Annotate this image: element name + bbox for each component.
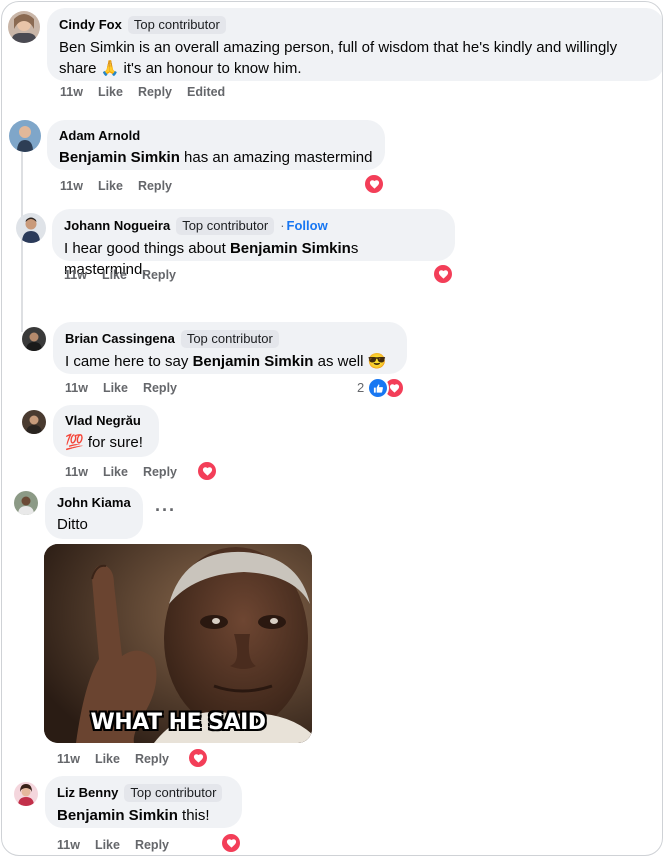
comment-timestamp[interactable]: 11w bbox=[60, 85, 83, 99]
mention-link[interactable]: Benjamin Simkin bbox=[57, 807, 178, 824]
meme-image[interactable]: WHAT HE SAID bbox=[44, 544, 312, 743]
comment-bubble: John Kiama Ditto bbox=[45, 487, 143, 539]
love-reaction-icon[interactable] bbox=[432, 263, 454, 285]
comment-timestamp[interactable]: 11w bbox=[57, 838, 80, 852]
reply-button[interactable]: Reply bbox=[135, 838, 169, 852]
love-reaction-icon[interactable] bbox=[187, 747, 209, 769]
top-contributor-badge: Top contributor bbox=[180, 330, 279, 348]
like-button[interactable]: Like bbox=[103, 381, 128, 395]
avatar-vlad-negrau[interactable] bbox=[22, 410, 46, 434]
like-button[interactable]: Like bbox=[95, 838, 120, 852]
comment-bubble: Adam Arnold Benjamin Simkin has an amazi… bbox=[47, 120, 385, 170]
avatar-brian-cassingena[interactable] bbox=[22, 327, 46, 351]
reply-button[interactable]: Reply bbox=[142, 268, 176, 282]
avatar-john-kiama[interactable] bbox=[14, 491, 38, 515]
like-reaction-icon[interactable] bbox=[367, 377, 389, 399]
comment-author[interactable]: Cindy Fox bbox=[59, 17, 122, 33]
thread-line bbox=[21, 152, 23, 332]
love-reaction-icon[interactable] bbox=[196, 460, 218, 482]
comment-author[interactable]: Liz Benny bbox=[57, 785, 118, 801]
comment-bubble: Cindy Fox Top contributor Ben Simkin is … bbox=[47, 8, 662, 81]
comment-actions: 11w Like Reply bbox=[60, 179, 187, 193]
comment-author[interactable]: John Kiama bbox=[57, 495, 131, 511]
comment-timestamp[interactable]: 11w bbox=[60, 179, 83, 193]
like-button[interactable]: Like bbox=[98, 179, 123, 193]
like-button[interactable]: Like bbox=[103, 465, 128, 479]
like-button[interactable]: Like bbox=[102, 268, 127, 282]
reply-button[interactable]: Reply bbox=[143, 465, 177, 479]
comment-author[interactable]: Adam Arnold bbox=[59, 128, 140, 144]
more-options-button[interactable]: ··· bbox=[155, 500, 176, 521]
comment-author[interactable]: Vlad Negrău bbox=[65, 413, 141, 429]
comment-text: Benjamin Simkin this! bbox=[57, 807, 210, 824]
love-reaction-icon[interactable] bbox=[363, 173, 385, 195]
comment-timestamp[interactable]: 11w bbox=[65, 381, 88, 395]
top-contributor-badge: Top contributor bbox=[176, 217, 275, 235]
reaction-count[interactable]: 2 bbox=[357, 380, 364, 395]
separator-dot: · bbox=[280, 218, 285, 233]
comment-bubble: Vlad Negrău 💯 for sure! bbox=[53, 405, 159, 457]
comment-bubble: Brian Cassingena Top contributor I came … bbox=[53, 322, 407, 374]
mention-link[interactable]: Benjamin Simkin bbox=[59, 149, 180, 166]
comment-text: Ditto bbox=[57, 516, 88, 533]
follow-button[interactable]: Follow bbox=[287, 218, 328, 234]
top-contributor-badge: Top contributor bbox=[127, 16, 226, 34]
comment-timestamp[interactable]: 11w bbox=[64, 268, 87, 282]
avatar-liz-benny[interactable] bbox=[14, 782, 38, 806]
reply-button[interactable]: Reply bbox=[135, 752, 169, 766]
comment-author[interactable]: Brian Cassingena bbox=[65, 331, 175, 347]
comment-bubble: Johann Nogueira Top contributor · Follow… bbox=[52, 209, 455, 278]
comment-timestamp[interactable]: 11w bbox=[65, 465, 88, 479]
comment-actions: 11w Like Reply bbox=[65, 381, 192, 395]
like-button[interactable]: Like bbox=[98, 85, 123, 99]
comment-text: 💯 for sure! bbox=[65, 434, 143, 451]
comment-actions: 11w Like Reply bbox=[65, 465, 192, 479]
reply-button[interactable]: Reply bbox=[138, 85, 172, 99]
comment-text: Ben Simkin is an overall amazing person,… bbox=[59, 39, 618, 77]
mention-link[interactable]: Benjamin Simkin bbox=[193, 353, 314, 370]
comments-panel: Cindy Fox Top contributor Ben Simkin is … bbox=[1, 1, 663, 856]
comment-text: Benjamin Simkin has an amazing mastermin… bbox=[59, 149, 373, 166]
edited-label[interactable]: Edited bbox=[187, 85, 225, 99]
comment-actions: 11w Like Reply Edited bbox=[60, 85, 240, 99]
reply-button[interactable]: Reply bbox=[138, 179, 172, 193]
reply-button[interactable]: Reply bbox=[143, 381, 177, 395]
avatar-adam-arnold[interactable] bbox=[9, 120, 41, 152]
comment-author[interactable]: Johann Nogueira bbox=[64, 218, 170, 234]
meme-caption: WHAT HE SAID bbox=[90, 710, 266, 735]
comment-actions: 11w Like Reply bbox=[57, 838, 184, 852]
comment-timestamp[interactable]: 11w bbox=[57, 752, 80, 766]
top-contributor-badge: Top contributor bbox=[124, 784, 223, 802]
love-reaction-icon[interactable] bbox=[220, 832, 242, 854]
comment-text: I came here to say Benjamin Simkin as we… bbox=[65, 353, 387, 370]
comment-bubble: Liz Benny Top contributor Benjamin Simki… bbox=[45, 776, 242, 828]
comment-actions: 11w Like Reply bbox=[57, 752, 184, 766]
mention-link[interactable]: Benjamin Simkin bbox=[230, 240, 351, 257]
comment-actions: 11w Like Reply bbox=[64, 268, 191, 282]
avatar-cindy-fox[interactable] bbox=[8, 11, 40, 43]
avatar-johann-nogueira[interactable] bbox=[16, 213, 46, 243]
like-button[interactable]: Like bbox=[95, 752, 120, 766]
